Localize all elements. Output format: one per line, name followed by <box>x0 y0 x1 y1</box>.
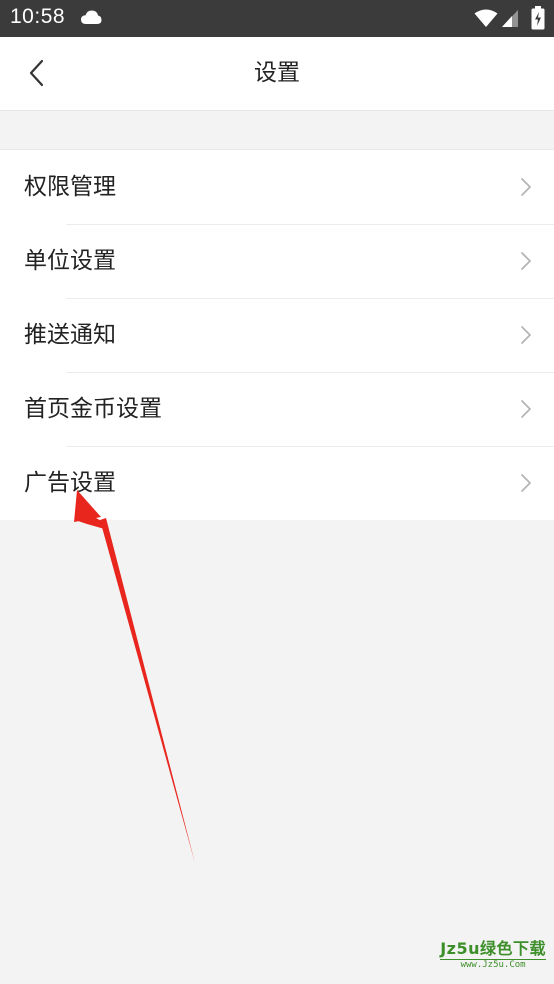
chevron-right-icon <box>521 474 531 492</box>
status-bar: 10:58 <box>0 0 554 37</box>
watermark-logo: Jz5u绿色下载 www.Jz5u.Com <box>440 935 546 970</box>
settings-item-label: 首页金币设置 <box>24 396 162 422</box>
watermark-url: www.Jz5u.Com <box>440 959 546 970</box>
settings-item-label: 权限管理 <box>24 174 116 200</box>
chevron-left-icon <box>29 59 44 87</box>
settings-item-push-notifications[interactable]: 推送通知 <box>0 298 554 372</box>
settings-item-label: 推送通知 <box>24 322 116 348</box>
battery-icon <box>531 6 545 34</box>
title-bar: 设置 <box>0 37 554 111</box>
settings-item-units[interactable]: 单位设置 <box>0 224 554 298</box>
signal-icon <box>501 9 519 32</box>
back-button[interactable] <box>14 53 58 93</box>
status-time: 10:58 <box>10 5 66 28</box>
settings-item-label: 广告设置 <box>24 470 116 496</box>
page-title: 设置 <box>254 60 300 86</box>
settings-item-label: 单位设置 <box>24 248 116 274</box>
chevron-right-icon <box>521 178 531 196</box>
chevron-right-icon <box>521 326 531 344</box>
watermark-title: Jz5u绿色下载 <box>440 939 546 958</box>
settings-item-permissions[interactable]: 权限管理 <box>0 150 554 224</box>
settings-item-home-coins[interactable]: 首页金币设置 <box>0 372 554 446</box>
settings-item-ads[interactable]: 广告设置 <box>0 446 554 520</box>
wifi-icon <box>474 9 498 32</box>
chevron-right-icon <box>521 400 531 418</box>
settings-screen: 10:58 设置 权限管理 单位设置 推送通知 首页金币设置 广告设置 Jz5u… <box>0 0 554 984</box>
chevron-right-icon <box>521 252 531 270</box>
settings-list: 权限管理 单位设置 推送通知 首页金币设置 广告设置 <box>0 149 554 520</box>
cloud-icon <box>80 9 102 31</box>
